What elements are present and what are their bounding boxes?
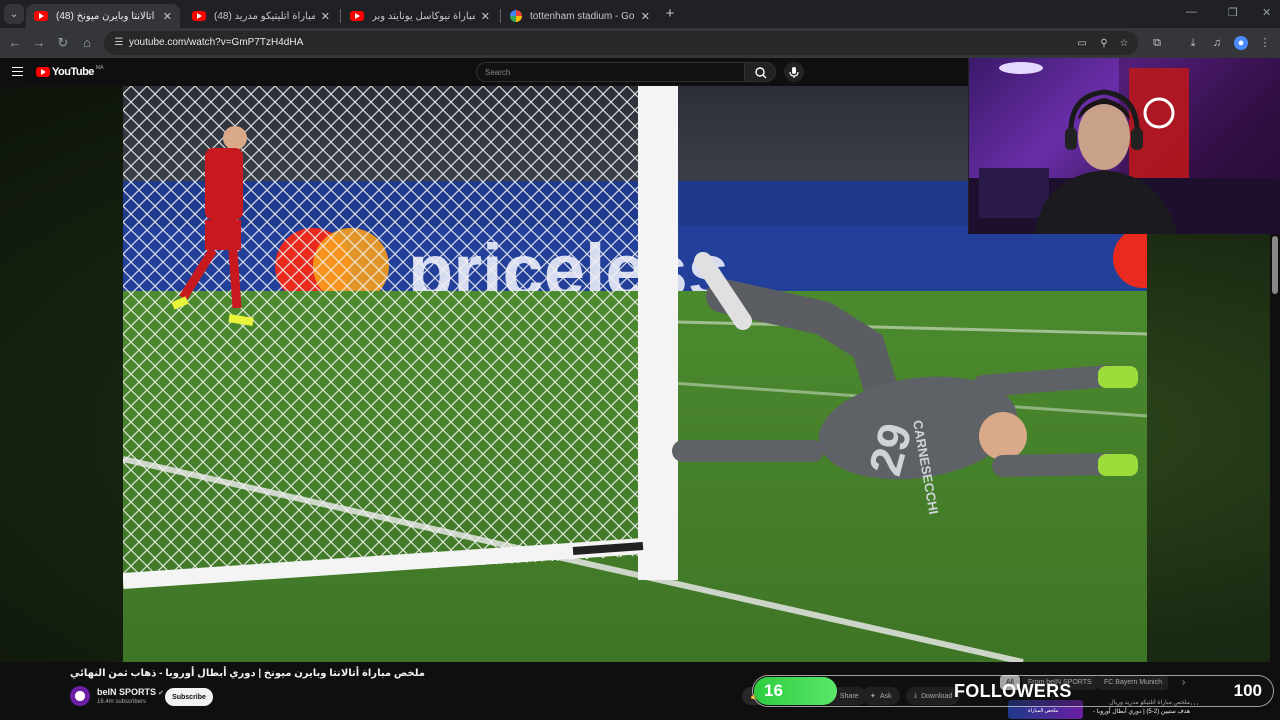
- page-scrollbar-track[interactable]: [1270, 234, 1280, 662]
- webcam-frame: [969, 58, 1280, 234]
- close-icon[interactable]: ✕: [163, 10, 172, 23]
- back-icon[interactable]: ←: [6, 34, 24, 52]
- tab-separator: [340, 9, 341, 23]
- extensions-icon[interactable]: ⧉: [1150, 36, 1164, 50]
- url-text: youtube.com/watch?v=GmP7TzH4dHA: [129, 37, 304, 48]
- browser-tab-newcastle[interactable]: ملخص مباراة نيوكاسل يونايتد وبر ✕: [342, 4, 498, 28]
- site-info-icon[interactable]: ☰: [112, 36, 126, 50]
- followers-goal-overlay: 16 FOLLOWERS 100: [752, 675, 1274, 707]
- youtube-icon: [34, 11, 48, 21]
- thumbnail-caption: ملخص المباراة: [1028, 708, 1059, 714]
- voice-search-button[interactable]: [784, 62, 804, 82]
- streamer-webcam: [968, 58, 1280, 234]
- related-title-line-2: هدف ستيين (2-5) | دوري أبطال أوروبا -: [1093, 709, 1190, 715]
- forward-icon[interactable]: →: [30, 34, 48, 52]
- youtube-logo-text: YouTube: [52, 66, 94, 78]
- channel-name-text: beIN SPORTS: [97, 687, 157, 697]
- tab-separator: [500, 9, 501, 23]
- goal-net: [123, 86, 638, 586]
- page-scrollbar-thumb[interactable]: [1272, 236, 1278, 294]
- youtube-icon: [192, 11, 206, 21]
- tab-title: (48) ملخص مباراة أتليتيكو مدريد: [214, 10, 315, 22]
- search-button[interactable]: [744, 62, 776, 82]
- restore-icon[interactable]: ❐: [1228, 6, 1238, 19]
- close-icon[interactable]: ✕: [321, 10, 330, 23]
- subscriber-count: 16.4m subscribers: [97, 699, 147, 705]
- cast-icon[interactable]: ▭: [1076, 38, 1088, 50]
- browser-toolbar: ← → ↻ ⌂ ☰ youtube.com/watch?v=GmP7TzH4dH…: [0, 28, 1280, 58]
- minimize-icon[interactable]: —: [1186, 6, 1197, 18]
- media-controls-icon[interactable]: ♫: [1210, 36, 1224, 50]
- google-icon: [510, 10, 522, 22]
- zoom-icon[interactable]: ⚲: [1098, 38, 1110, 50]
- bookmark-star-icon[interactable]: ☆: [1118, 38, 1130, 50]
- region-code: MA: [95, 65, 104, 71]
- tab-title: (48) ملخص مباراة أتالانتا وبايرن ميونخ: [56, 10, 157, 22]
- browser-tab-strip: ⌄ (48) ملخص مباراة أتالانتا وبايرن ميونخ…: [0, 0, 1280, 28]
- youtube-icon: [350, 11, 364, 21]
- browser-tab-atletico[interactable]: (48) ملخص مباراة أتليتيكو مدريد ✕: [184, 4, 338, 28]
- goal-post: [638, 86, 678, 580]
- youtube-logo[interactable]: YouTube MA: [36, 65, 104, 78]
- microphone-icon: [789, 67, 799, 78]
- more-menu-icon[interactable]: ⋮: [1258, 36, 1272, 50]
- browser-tab-google[interactable]: tottenham stadium - Google Se ✕: [502, 4, 658, 28]
- tab-title: ملخص مباراة نيوكاسل يونايتد وبر: [372, 10, 475, 22]
- new-tab-icon[interactable]: +: [662, 6, 678, 22]
- search-input[interactable]: [485, 66, 735, 79]
- tab-title: tottenham stadium - Google Se: [530, 10, 635, 22]
- followers-goal: 100: [1233, 681, 1262, 700]
- browser-tab-atalanta[interactable]: (48) ملخص مباراة أتالانتا وبايرن ميونخ ✕: [26, 4, 180, 28]
- search-box[interactable]: [476, 62, 744, 82]
- profile-avatar-icon[interactable]: ●: [1234, 36, 1248, 50]
- search-icon: [755, 67, 767, 79]
- video-title: ملخص مباراة أتالانتا وبايرن ميونخ | دوري…: [70, 668, 425, 679]
- subscribe-button[interactable]: Subscribe: [165, 688, 213, 706]
- download-icon[interactable]: ⤓: [1186, 36, 1200, 50]
- followers-label: FOLLOWERS: [954, 681, 1072, 701]
- ceiling-light: [999, 62, 1043, 74]
- verified-check-icon: ✔: [158, 690, 164, 697]
- youtube-icon: [36, 67, 50, 77]
- address-bar[interactable]: ☰ youtube.com/watch?v=GmP7TzH4dHA ▭ ⚲ ☆: [104, 31, 1138, 55]
- channel-avatar[interactable]: [70, 686, 90, 706]
- followers-current: 16: [764, 681, 783, 700]
- window-close-icon[interactable]: ✕: [1262, 6, 1271, 19]
- tab-search-icon[interactable]: ⌄: [4, 4, 24, 24]
- home-icon[interactable]: ⌂: [78, 34, 96, 52]
- close-icon[interactable]: ✕: [481, 10, 490, 23]
- streamer-face: [1078, 102, 1130, 170]
- guide-menu-icon[interactable]: [12, 67, 23, 76]
- close-icon[interactable]: ✕: [641, 10, 650, 23]
- channel-name[interactable]: beIN SPORTS ✔: [97, 687, 164, 697]
- reload-icon[interactable]: ↻: [54, 34, 72, 52]
